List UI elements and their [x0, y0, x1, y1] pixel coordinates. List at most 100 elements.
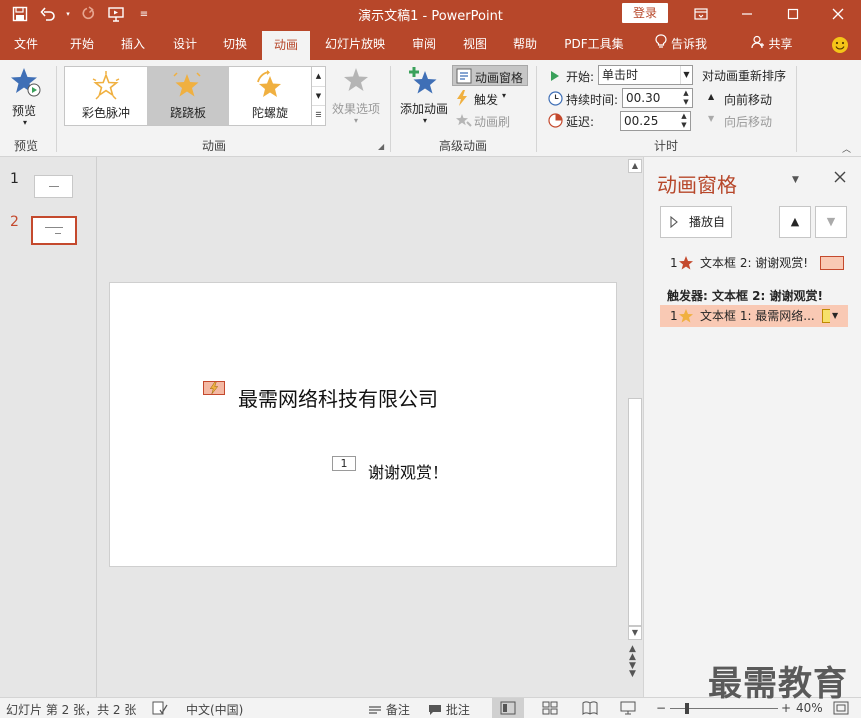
animation-order-tag[interactable]: 1 — [332, 456, 356, 471]
color-pulse-label: 彩色脉冲 — [81, 106, 130, 120]
tab-slideshow[interactable]: 幻灯片放映 — [318, 28, 392, 60]
tab-transitions[interactable]: 切换 — [210, 28, 260, 60]
start-label: 开始: — [566, 70, 595, 84]
play-from-button[interactable]: 播放自 — [660, 206, 732, 238]
move-up-button[interactable]: ▲ — [779, 206, 811, 238]
slide-subtitle-text[interactable]: 谢谢观赏！ — [368, 459, 448, 483]
undo-dropdown-icon[interactable]: ▾ — [64, 3, 72, 25]
anim-item-number: 1 — [670, 256, 678, 270]
watermark-logo: 最需教育 — [708, 664, 848, 704]
login-button[interactable]: 登录 — [622, 3, 668, 23]
thumb-1-text-line — [49, 186, 59, 187]
slide-canvas[interactable]: 最需网络科技有限公司 1 谢谢观赏！ — [109, 282, 617, 567]
add-animation-button[interactable]: 添加动画 ▾ — [398, 64, 452, 130]
slide-thumbnail-1[interactable] — [34, 175, 73, 198]
tab-help[interactable]: 帮助 — [502, 28, 548, 60]
gallery-scrollbar[interactable]: ▲ ▼ ☰ — [311, 67, 325, 125]
zoom-slider-thumb[interactable] — [685, 703, 689, 714]
animation-pane-button[interactable]: 动画窗格 — [452, 65, 528, 86]
tab-design[interactable]: 设计 — [160, 28, 210, 60]
duration-spinner-icon[interactable]: ▲ ▼ — [680, 89, 692, 107]
undo-icon[interactable] — [36, 3, 60, 25]
spellcheck-icon[interactable] — [152, 701, 168, 718]
gallery-item-teeter[interactable]: 跷跷板 — [147, 67, 229, 125]
gallery-item-spin[interactable]: 陀螺旋 — [229, 67, 311, 125]
animation-pane-title: 动画窗格 — [657, 173, 737, 197]
animation-list-item-selected[interactable]: 1 文本框 1: 最需网络... ▼ — [660, 305, 848, 327]
duration-label: 持续时间: — [566, 93, 619, 107]
next-slide-icon[interactable]: ▼ ▼ — [629, 662, 636, 679]
redo-icon[interactable] — [76, 3, 100, 25]
trigger-item-number: 1 — [670, 309, 678, 323]
slide-sorter-icon[interactable] — [542, 701, 558, 718]
delay-spinner-icon[interactable]: ▲ ▼ — [678, 112, 690, 130]
tab-view[interactable]: 视图 — [452, 28, 498, 60]
tab-tell-me[interactable]: 告诉我 — [646, 28, 716, 60]
move-later-button[interactable]: ▼ 向后移动 — [704, 111, 784, 131]
share-button[interactable]: 共享 — [744, 28, 800, 60]
person-icon — [751, 29, 765, 61]
reading-view-icon[interactable] — [582, 701, 598, 718]
pane-close-icon[interactable] — [834, 171, 846, 186]
gallery-scroll-down-icon[interactable]: ▼ — [312, 86, 325, 105]
scroll-thumb[interactable] — [628, 398, 642, 626]
close-icon[interactable] — [815, 0, 861, 28]
tab-home[interactable]: 开始 — [56, 28, 108, 60]
customize-qat-icon[interactable]: ≡ — [132, 3, 156, 25]
start-select[interactable]: 单击时 ▼ — [598, 65, 693, 85]
tab-animations[interactable]: 动画 — [262, 31, 310, 60]
animation-group-launcher-icon[interactable]: ◢ — [378, 142, 387, 151]
tab-review[interactable]: 审阅 — [400, 28, 448, 60]
zoom-out-icon[interactable]: − — [656, 701, 666, 715]
previous-slide-icon[interactable]: ▲ ▲ — [629, 645, 636, 662]
effect-options-button[interactable]: 效果选项 ▾ — [330, 66, 384, 132]
tab-pdf-tools[interactable]: PDF工具集 — [556, 28, 632, 60]
trigger-label: 触发 — [474, 93, 499, 107]
normal-view-icon[interactable] — [492, 698, 524, 718]
animation-list-item[interactable]: 1 文本框 2: 谢谢观赏! — [660, 252, 848, 274]
anim-item-label: 文本框 2: 谢谢观赏! — [700, 256, 809, 270]
animation-gallery: 彩色脉冲 跷跷板 陀螺旋 ▲ ▼ ☰ — [64, 66, 326, 126]
notes-button[interactable]: 备注 — [368, 701, 410, 718]
scroll-down-icon[interactable]: ▼ — [628, 626, 642, 640]
item-dropdown-icon[interactable]: ▼ — [832, 305, 838, 327]
animation-painter-button[interactable]: 动画刷 — [454, 111, 524, 131]
preview-button[interactable]: 预览 ▾ — [4, 64, 48, 130]
save-icon[interactable] — [8, 3, 32, 25]
tab-insert[interactable]: 插入 — [108, 28, 158, 60]
separator — [536, 66, 537, 152]
minimize-icon[interactable] — [724, 0, 770, 28]
ribbon: 预览 ▾ 预览 彩色脉冲 跷跷板 陀螺旋 ▲ ▼ ☰ 效果选项 ▾ 动画 ◢ 添… — [0, 60, 861, 157]
separator — [390, 66, 391, 152]
play-triangle-icon — [550, 70, 560, 85]
pane-options-dropdown-icon[interactable]: ▼ — [792, 175, 799, 185]
move-down-button[interactable]: ▼ — [815, 206, 847, 238]
gallery-scroll-up-icon[interactable]: ▲ — [312, 67, 325, 86]
slide-thumbnail-2[interactable] — [31, 216, 77, 245]
collapse-ribbon-icon[interactable]: ︿ — [842, 142, 851, 155]
slideshow-view-icon[interactable] — [620, 701, 636, 718]
slide-title-text[interactable]: 最需网络科技有限公司 — [238, 383, 438, 412]
delay-input[interactable]: 00.25 ▲ ▼ — [620, 111, 691, 131]
language-indicator[interactable]: 中文(中国) — [186, 701, 243, 718]
ribbon-display-options-icon[interactable] — [678, 0, 724, 28]
gallery-more-icon[interactable]: ☰ — [312, 105, 325, 124]
preview-dropdown-icon: ▾ — [23, 118, 28, 127]
vertical-scrollbar[interactable]: ▲ ▼ ▲ ▲ ▼ ▼ — [627, 157, 643, 697]
gallery-item-color-pulse[interactable]: 彩色脉冲 — [65, 67, 147, 125]
tab-file[interactable]: 文件 — [0, 28, 52, 60]
trigger-button[interactable]: 触发 ▾ — [454, 89, 514, 109]
start-dropdown-icon[interactable]: ▼ — [680, 66, 692, 84]
thumb-2-text-line — [45, 227, 63, 228]
trigger-lightning-tag[interactable] — [203, 381, 225, 395]
scroll-up-icon[interactable]: ▲ — [628, 159, 642, 173]
tell-me-label: 告诉我 — [670, 37, 707, 51]
presentation-from-start-icon[interactable] — [104, 3, 128, 25]
notes-label: 备注 — [385, 703, 410, 717]
duration-input[interactable]: 00.30 ▲ ▼ — [622, 88, 693, 108]
move-earlier-button[interactable]: ▲ 向前移动 — [704, 89, 784, 109]
maximize-icon[interactable] — [770, 0, 816, 28]
delay-row: 延迟: — [546, 111, 626, 131]
smiley-feedback-icon[interactable] — [826, 28, 854, 60]
comments-button[interactable]: 批注 — [428, 701, 470, 718]
